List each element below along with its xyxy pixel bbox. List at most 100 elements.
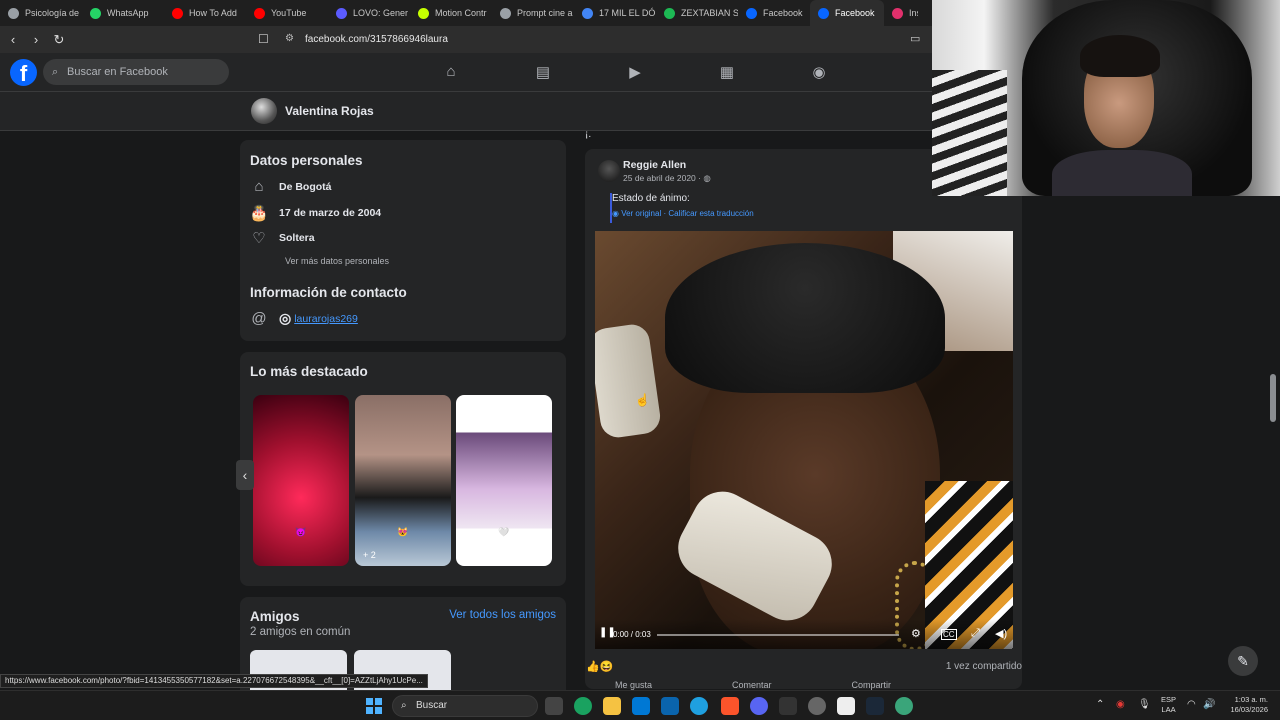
comment-button[interactable]: Comentar [732,680,772,690]
reload-icon[interactable]: ↻ [49,32,69,48]
browser-tab[interactable]: YouTube [246,0,328,26]
post-author[interactable]: Reggie Allen [623,159,686,171]
task-view-icon[interactable] [545,697,563,715]
chevron-up-icon[interactable]: ⌃ [1096,699,1104,710]
browser-tab[interactable]: 17 MIL EL DÓ [574,0,656,26]
app-icon[interactable] [895,697,913,715]
reader-mode-icon[interactable]: ▭ [910,32,920,45]
settings-icon[interactable]: ⚙ [911,627,921,640]
fullscreen-icon[interactable]: ⤢ [971,627,980,640]
browser-tab[interactable]: WhatsApp [82,0,164,26]
app-icon[interactable] [808,697,826,715]
tab-favicon-icon [90,7,101,19]
capcut-icon[interactable] [837,697,855,715]
highlight-item[interactable] [253,395,349,566]
browser-tab[interactable]: Prompt cine a [492,0,574,26]
friends-title: Amigos [250,609,300,624]
share-count[interactable]: 1 vez compartido [946,661,1022,672]
url-field[interactable]: facebook.com/3157866946laura [305,34,448,45]
captions-icon[interactable]: CC [941,629,957,640]
browser-tab[interactable]: How To Add [164,0,246,26]
avatar[interactable] [598,160,620,182]
instagram-link[interactable]: laurarojas269 [294,313,358,325]
tab-favicon-icon [254,7,265,19]
back-icon[interactable]: ‹ [3,32,23,47]
highlight-item[interactable]: + 2 [355,395,451,566]
browser-tab[interactable]: LOVO: Gener [328,0,410,26]
language-code: ESP [1161,695,1177,704]
avatar[interactable] [251,98,277,124]
browser-tab[interactable]: ZEXTABIAN S [656,0,738,26]
wifi-icon[interactable]: ◠ [1187,699,1196,710]
globe-icon: ◍ [703,173,711,183]
system-clock[interactable]: 1:03 a. m. 16/03/2026 [1224,695,1268,715]
feeds-icon[interactable]: ▤ [533,63,553,83]
discord-icon[interactable] [750,697,768,715]
steam-icon[interactable] [866,697,884,715]
see-all-friends-link[interactable]: Ver todos los amigos [449,609,556,621]
facebook-header: f ⌕ Buscar en Facebook ⌂ ▤ ▶ ▦ ◉ [0,53,932,92]
marketplace-icon[interactable]: ▦ [717,63,737,83]
video-cap [665,243,945,393]
heart-icon: ♡ [252,230,266,247]
site-info-icon[interactable]: ⚙ [285,33,294,44]
mouse-pointer: ☝ [635,393,650,407]
browser-tab[interactable]: Psicología de [0,0,82,26]
profile-name[interactable]: Valentina Rojas [285,104,374,118]
highlight-count-badge: + 2 [363,550,376,560]
msn-icon[interactable] [574,697,592,715]
edge-icon[interactable] [690,697,708,715]
forward-icon[interactable]: › [26,32,46,47]
epic-games-icon[interactable] [779,697,797,715]
webcam-shirt [1052,150,1192,196]
browser-tab[interactable]: Inst [884,0,918,26]
haha-reaction-icon: 😆 [599,661,614,673]
browser-tab[interactable]: Motion Contr [410,0,492,26]
microphone-icon[interactable]: 🎙 [1138,699,1151,710]
highlights-prev-button[interactable]: ‹ [236,460,254,490]
post-date[interactable]: 25 de abril de 2020 · ◍ [623,173,711,184]
brave-icon[interactable] [721,697,739,715]
tab-label: Prompt cine a [517,8,573,18]
tab-label: 17 MIL EL DÓ [599,8,656,18]
facebook-logo[interactable]: f [10,59,37,86]
highlight-item[interactable] [456,395,552,566]
page-scrollbar[interactable] [1270,374,1276,422]
search-icon: ⌕ [52,66,59,78]
right-panel [1030,196,1280,690]
new-message-button[interactable]: ✎ [1228,646,1258,676]
translation-links[interactable]: ◉ Ver original · Calificar esta traducci… [612,209,862,218]
volume-icon[interactable]: ◀) [995,627,1007,640]
tray-app-icon[interactable]: ◉ [1116,699,1125,710]
webcam-hair [1080,35,1160,77]
windows-start-icon[interactable] [366,698,382,714]
outlook-icon[interactable] [661,697,679,715]
see-more-personal-link[interactable]: Ver más datos personales [285,256,389,266]
store-icon[interactable] [632,697,650,715]
browser-tab[interactable]: Facebook [738,0,810,26]
video-progress-bar[interactable] [657,634,899,636]
highlight-emoji: 😈 [295,527,307,537]
language-indicator[interactable]: ESP LAA [1161,695,1176,715]
groups-icon[interactable]: ◉ [809,63,829,83]
speaker-icon[interactable]: 🔊 [1203,699,1215,710]
share-button[interactable]: Compartir [852,680,892,690]
webcam-wall-pattern [932,70,1007,196]
file-explorer-icon[interactable] [603,697,621,715]
browser-tab[interactable]: Facebook✕ [810,0,884,26]
like-button[interactable]: Me gusta [615,680,652,690]
highlight-emoji: 🤍 [498,527,510,537]
video-phone [595,322,663,440]
post-video[interactable]: ❚❚ 0:00 / 0:03 ⚙ CC ⤢ ◀) [595,231,1013,649]
address-bar: ‹ › ↻ ☐ ⚙ facebook.com/3157866946laura ▭ [0,26,932,53]
reactions[interactable]: 👍😆 [586,660,613,673]
profile-name-bar: Valentina Rojas [0,92,932,131]
facebook-search-input[interactable]: ⌕ Buscar en Facebook [43,59,229,85]
video-icon[interactable]: ▶ [625,63,645,83]
home-icon[interactable]: ⌂ [441,63,461,83]
tab-label: Inst [909,8,918,18]
personal-info-title: Datos personales [250,153,363,168]
post-quote: Estado de ánimo: ◉ Ver original · Califi… [610,193,754,223]
bookmark-icon[interactable]: ☐ [258,32,269,46]
taskbar-search[interactable]: ⌕ Buscar [392,695,538,717]
